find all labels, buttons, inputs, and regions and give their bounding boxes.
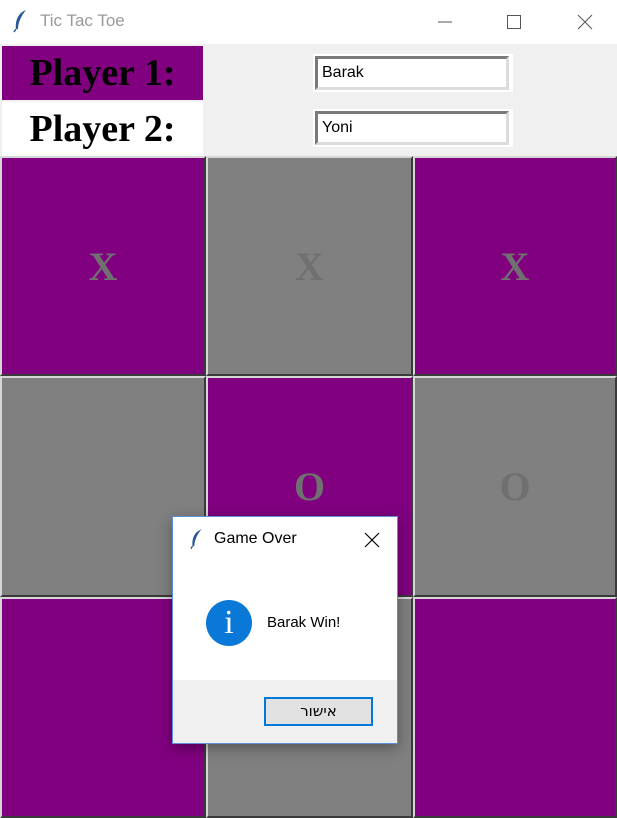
player2-name-input[interactable]: Yoni	[315, 111, 509, 145]
ok-button[interactable]: אישור	[264, 697, 373, 726]
cell-mark: X	[295, 243, 324, 289]
cell-mark: X	[500, 243, 530, 289]
info-icon: i	[206, 600, 252, 646]
board-cell-0[interactable]: X	[0, 156, 206, 376]
close-icon	[577, 14, 593, 30]
dialog-footer: אישור	[173, 680, 397, 743]
player2-label: Player 2:	[2, 102, 203, 156]
window-title: Tic Tac Toe	[40, 11, 125, 30]
cell-mark: O	[499, 464, 531, 509]
cell-mark: O	[293, 464, 326, 509]
dialog-message: Barak Win!	[267, 614, 341, 631]
minimize-button[interactable]	[422, 0, 468, 44]
cell-mark: X	[88, 243, 118, 289]
player1-name-input[interactable]: Barak	[315, 56, 509, 90]
player1-field-frame: Barak	[313, 54, 513, 92]
close-button[interactable]	[562, 0, 608, 44]
board-cell-2[interactable]: X	[413, 156, 617, 376]
board-cell-1[interactable]: X	[206, 156, 413, 376]
feather-icon	[189, 528, 205, 554]
player1-label: Player 1:	[2, 46, 203, 100]
board-cell-5[interactable]: O	[413, 376, 617, 597]
minimize-icon	[438, 21, 452, 23]
close-icon	[364, 532, 380, 548]
maximize-icon	[507, 15, 521, 29]
maximize-button[interactable]	[491, 0, 537, 44]
board-cell-8[interactable]	[413, 597, 617, 818]
dialog-close-button[interactable]	[359, 527, 385, 553]
dialog-title: Game Over	[214, 530, 297, 547]
window-titlebar: Tic Tac Toe	[0, 0, 617, 44]
players-panel: Player 1: Player 2: Barak Yoni	[0, 44, 617, 156]
feather-icon	[12, 9, 30, 37]
player2-field-frame: Yoni	[313, 109, 513, 147]
game-over-dialog: Game Over i Barak Win! אישור	[172, 516, 398, 744]
